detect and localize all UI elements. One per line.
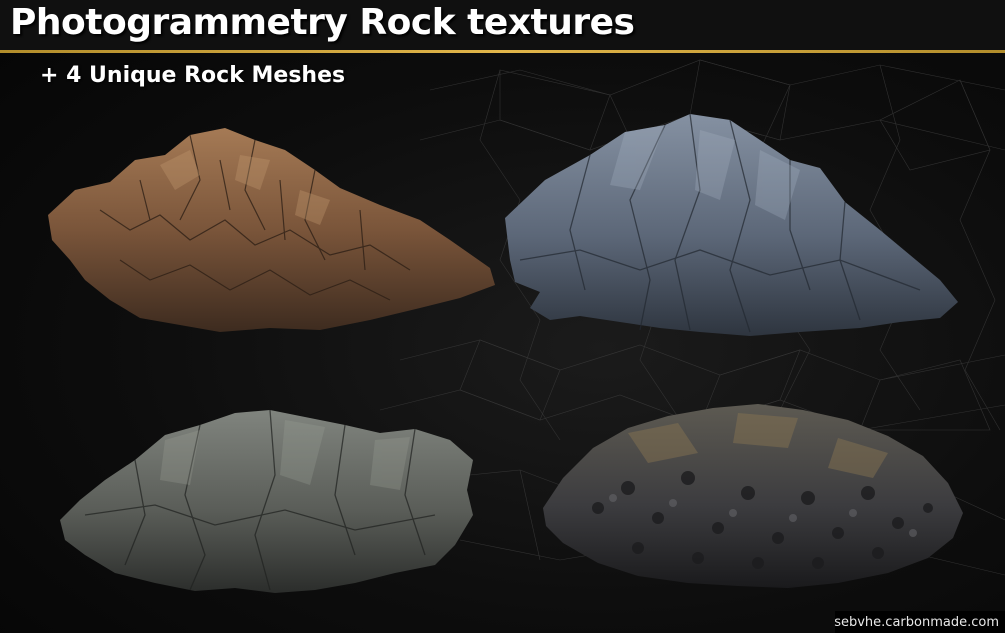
footer-credit: sebvhe.carbonmade.com (834, 615, 999, 630)
title-underline (0, 50, 1005, 53)
page-title: Photogrammetry Rock textures (10, 2, 635, 43)
page-subtitle: + 4 Unique Rock Meshes (40, 63, 346, 88)
dark-gray-rock-image (60, 409, 473, 593)
blue-gray-rock-image (505, 113, 958, 336)
rubble-rock-image (543, 404, 963, 588)
brown-rock-image (48, 128, 495, 332)
